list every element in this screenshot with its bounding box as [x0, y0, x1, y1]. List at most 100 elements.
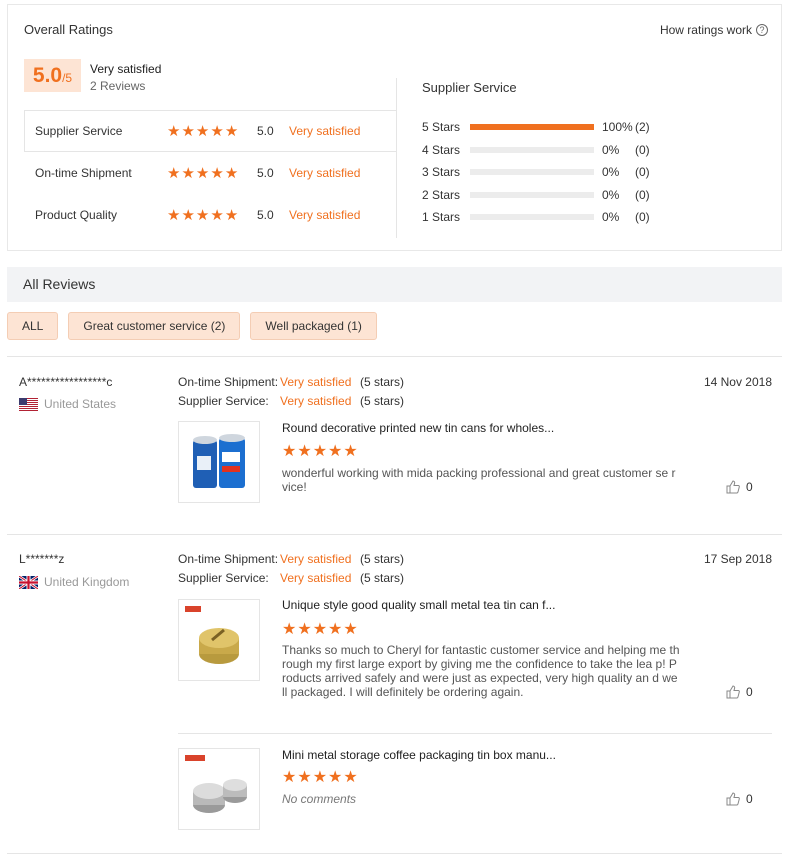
filter-well-packaged-button[interactable]: Well packaged (1)	[250, 312, 377, 340]
distribution-row: 1 Stars 0% (0)	[422, 206, 665, 229]
star-icon: ★	[181, 121, 195, 140]
thumbs-up-icon	[726, 792, 740, 806]
like-button[interactable]: 0	[726, 792, 753, 806]
star-icon: ★	[181, 205, 195, 224]
distribution-row: 2 Stars 0% (0)	[422, 184, 665, 207]
product-stars: ★ ★ ★ ★ ★	[282, 621, 358, 637]
star-icon: ★	[195, 163, 210, 182]
help-icon: ?	[756, 24, 768, 36]
star-icon: ★	[312, 619, 328, 638]
distribution-count: (0)	[635, 142, 650, 157]
distribution-count: (2)	[635, 120, 650, 135]
star-icon: ★	[312, 767, 328, 786]
divider	[396, 78, 397, 238]
distribution-row: 4 Stars 0% (0)	[422, 139, 665, 162]
distribution-label: 2 Stars	[422, 187, 461, 202]
distribution-bar	[470, 169, 594, 176]
divider	[7, 356, 782, 357]
filter-great-customer-service-button[interactable]: Great customer service (2)	[68, 312, 241, 340]
thumbs-up-icon	[726, 480, 740, 494]
distribution-count: (0)	[635, 187, 650, 202]
divider	[7, 853, 782, 854]
star-icon: ★	[343, 619, 358, 638]
category-score: 5.0	[257, 124, 274, 138]
product-title-link[interactable]: Mini metal storage coffee packaging tin …	[282, 748, 556, 762]
blue-tin-cans-image[interactable]	[178, 421, 260, 503]
meta-key: On-time Shipment:	[178, 374, 279, 389]
distribution-percent: 0%	[602, 210, 620, 225]
like-button[interactable]: 0	[726, 685, 753, 699]
us-flag-icon	[19, 397, 38, 411]
meta-stars: (5 stars)	[360, 570, 405, 585]
meta-key: Supplier Service:	[178, 570, 269, 585]
overall-ratings-title: Overall Ratings	[24, 22, 113, 37]
all-reviews-header: All Reviews	[7, 267, 782, 302]
review-text: wonderful working with mida packing prof…	[282, 466, 676, 494]
distribution-row: 5 Stars 100% (2)	[422, 116, 665, 139]
how-ratings-work-link[interactable]: How ratings work ?	[660, 23, 768, 37]
review-date: 14 Nov 2018	[703, 375, 772, 389]
distribution-label: 4 Stars	[422, 142, 461, 157]
uk-flag-icon	[19, 575, 38, 589]
overall-score-badge: 5.0/5	[24, 59, 81, 92]
meta-value: Very satisfied	[280, 570, 352, 585]
silver-tin-box-image[interactable]	[178, 748, 260, 830]
review-ratings: On-time Shipment: Very satisfied (5 stars)…	[178, 549, 404, 587]
no-comments-text: No comments	[282, 792, 357, 806]
category-stars: ★ ★ ★ ★ ★	[167, 163, 257, 182]
meta-stars: (5 stars)	[360, 374, 405, 389]
distribution-percent: 0%	[602, 142, 620, 157]
distribution-count: (0)	[635, 165, 650, 180]
product-title-link[interactable]: Round decorative printed new tin cans fo…	[282, 421, 554, 435]
star-icon: ★	[297, 441, 312, 460]
review-date: 17 Sep 2018	[703, 552, 772, 566]
meta-value: Very satisfied	[280, 551, 352, 566]
star-icon: ★	[195, 205, 210, 224]
distribution-bar	[470, 191, 594, 198]
category-score: 5.0	[257, 166, 274, 180]
meta-key: Supplier Service:	[178, 393, 269, 408]
gold-tea-tin-image[interactable]	[178, 599, 260, 681]
review-ratings: On-time Shipment: Very satisfied (5 stars)…	[178, 372, 404, 410]
product-stars: ★ ★ ★ ★ ★	[282, 769, 358, 785]
distribution-bar	[470, 214, 594, 221]
reviewer-country: United States	[19, 397, 116, 411]
overall-ratings-panel: Overall Ratings How ratings work ? 5.0/5…	[7, 4, 782, 251]
star-icon: ★	[224, 205, 239, 224]
category-text: Very satisfied	[289, 208, 361, 222]
reviews-count: 2 Reviews	[90, 79, 146, 93]
product-title-link[interactable]: Unique style good quality small metal te…	[282, 598, 555, 612]
meta-value: Very satisfied	[280, 393, 352, 408]
distribution-row: 3 Stars 0% (0)	[422, 161, 665, 184]
category-supplier-service[interactable]: Supplier Service ★ ★ ★ ★ ★ 5.0 Very satisfie…	[24, 110, 396, 152]
category-product-quality[interactable]: Product Quality ★ ★ ★ ★ ★ 5.0 Very satisfied	[24, 194, 396, 236]
category-on-time-shipment[interactable]: On-time Shipment ★ ★ ★ ★ ★ 5.0 Very satisfie…	[24, 152, 396, 194]
distribution-bar	[470, 124, 594, 131]
category-name: Product Quality	[35, 208, 118, 222]
like-count: 0	[746, 480, 753, 494]
country-name: United States	[44, 397, 117, 411]
overall-score-label: Very satisfied	[90, 62, 162, 76]
distribution-label: 3 Stars	[422, 165, 461, 180]
how-ratings-work-label: How ratings work	[659, 23, 752, 37]
star-icon: ★	[282, 767, 297, 786]
star-icon: ★	[282, 441, 297, 460]
all-reviews-title: All Reviews	[23, 276, 96, 292]
star-icon: ★	[210, 163, 224, 182]
star-icon: ★	[181, 163, 195, 182]
star-icon: ★	[282, 619, 297, 638]
review-filters: ALL Great customer service (2) Well pack…	[7, 312, 387, 340]
star-icon: ★	[297, 767, 312, 786]
category-name: Supplier Service	[35, 124, 123, 138]
rating-categories: Supplier Service ★ ★ ★ ★ ★ 5.0 Very satisfie…	[24, 110, 396, 236]
star-icon: ★	[224, 121, 239, 140]
filter-all-button[interactable]: ALL	[7, 312, 59, 340]
meta-value: Very satisfied	[280, 374, 352, 389]
star-icon: ★	[195, 121, 210, 140]
like-count: 0	[746, 685, 753, 699]
star-icon: ★	[328, 619, 343, 638]
like-button[interactable]: 0	[726, 480, 753, 494]
distribution-percent: 0%	[602, 187, 620, 202]
product-stars: ★ ★ ★ ★ ★	[282, 443, 358, 459]
divider	[7, 534, 782, 535]
